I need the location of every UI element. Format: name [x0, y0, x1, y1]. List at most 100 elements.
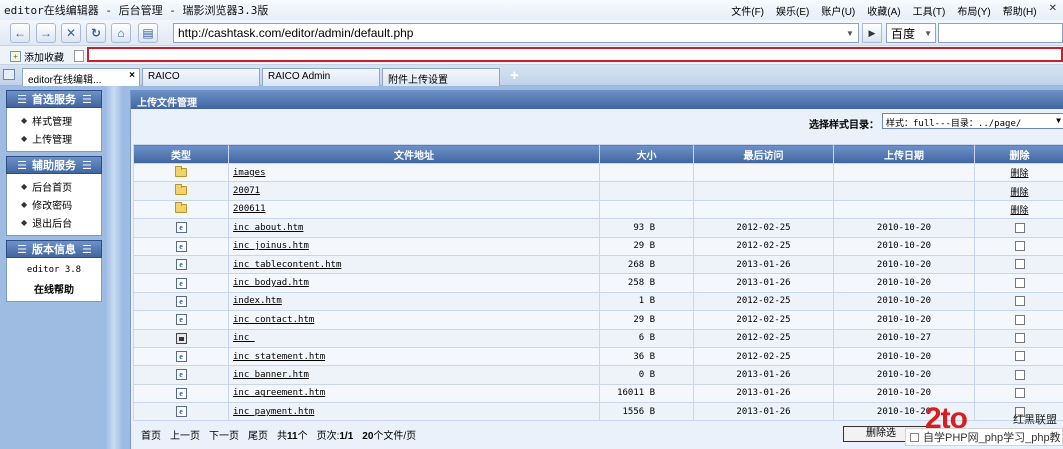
delete-link[interactable]: 删除 [1010, 206, 1028, 216]
last-access-cell: 2013-01-26 [693, 273, 834, 293]
file-link[interactable]: inc_banner.htm [233, 370, 309, 380]
forward-icon[interactable]: → [36, 23, 56, 43]
last-access-cell [693, 162, 834, 183]
menu-file[interactable]: 文件(F) [731, 3, 764, 18]
type-cell: e [133, 254, 229, 275]
bullet-icon: ◆ [21, 133, 28, 143]
file-link[interactable]: inc_ [233, 333, 255, 343]
file-link[interactable]: inc_statement.htm [233, 352, 325, 362]
file-link[interactable]: images [233, 168, 266, 178]
path-cell: 20071 [228, 181, 600, 201]
favorites-strip [87, 47, 1063, 62]
table-header-row: 类型 文件地址 大小 最后访问 上传日期 删除 [133, 144, 1063, 164]
add-favorite-button[interactable]: + 添加收藏 [10, 49, 64, 64]
tab-raico[interactable]: RAICO [142, 68, 260, 86]
nav-toolbar: ← → ✕ ↻ ⌂ ▤ http://cashtask.com/editor/a… [0, 20, 1063, 46]
sidebar-section-title: 首选服务 [32, 94, 76, 106]
home-icon[interactable]: ⌂ [111, 23, 131, 43]
menu-layout[interactable]: 布局(Y) [957, 3, 990, 18]
column-header-upload-date: 上传日期 [833, 144, 975, 164]
tab-editor[interactable]: editor在线编辑... × [22, 68, 140, 86]
file-link[interactable]: 200611 [233, 204, 266, 214]
file-link[interactable]: inc_agreement.htm [233, 388, 325, 398]
menu-entertainment[interactable]: 娱乐(E) [776, 3, 809, 18]
sidebar-item-logout[interactable]: ◆ 退出后台 [7, 213, 101, 231]
size-cell: 93 B [599, 218, 694, 238]
file-link[interactable]: inc_payment.htm [233, 407, 314, 417]
address-dropdown-icon[interactable]: ▼ [843, 24, 857, 42]
delete-link[interactable]: 删除 [1010, 169, 1028, 179]
watermark-side-text: 红黑联盟 [1013, 414, 1057, 426]
page-menu-icon[interactable]: ▤ [138, 23, 158, 43]
per-page-indicator: 20个文件/页 [362, 427, 416, 442]
size-cell: 36 B [599, 346, 694, 367]
file-link[interactable]: 20071 [233, 186, 260, 196]
delete-link[interactable]: 删除 [1010, 188, 1028, 198]
menu-lines-icon: ☰ [17, 159, 27, 172]
main-panel: 上传文件管理 选择样式目录： 样式：full---目录：../page/ ▼ 类… [130, 90, 1063, 449]
first-page-link[interactable]: 首页 [141, 427, 161, 442]
file-link[interactable]: inc_contact.htm [233, 315, 314, 325]
delete-checkbox[interactable] [1014, 332, 1025, 343]
bullet-icon: ◆ [21, 199, 28, 209]
delete-checkbox[interactable] [1014, 296, 1025, 307]
last-access-cell: 2012-02-25 [693, 310, 834, 330]
table-row: e inc_tablecontent.htm 268 B 2013-01-26 2010… [133, 254, 1063, 275]
path-cell: inc_contact.htm [228, 310, 600, 330]
search-engine-select[interactable]: 百度 ▼ [886, 23, 936, 43]
file-link[interactable]: index.htm [233, 296, 282, 306]
menu-favorites[interactable]: 收藏(A) [867, 3, 900, 18]
close-icon[interactable]: ✕ [1049, 3, 1057, 18]
menu-help[interactable]: 帮助(H) [1003, 3, 1037, 18]
add-favorite-label: 添加收藏 [24, 53, 64, 64]
path-cell: index.htm [228, 291, 600, 312]
type-cell: e [133, 383, 229, 404]
prev-page-link[interactable]: 上一页 [170, 427, 200, 442]
delete-checkbox[interactable] [1014, 388, 1025, 399]
menu-lines-icon: ☰ [82, 93, 92, 106]
menu-tools[interactable]: 工具(T) [913, 3, 946, 18]
last-page-link[interactable]: 尾页 [248, 427, 268, 442]
sidebar-item-admin-home[interactable]: ◆ 后台首页 [7, 177, 101, 195]
sidebar-section-body: ◆ 后台首页 ◆ 修改密码 ◆ 退出后台 [6, 174, 102, 236]
stop-icon[interactable]: ✕ [61, 23, 81, 43]
tab-upload-settings[interactable]: 附件上传设置 [382, 68, 500, 86]
address-bar[interactable]: http://cashtask.com/editor/admin/default… [173, 23, 859, 43]
delete-cell: 删除 [974, 162, 1063, 183]
file-link[interactable]: inc_about.htm [233, 223, 303, 233]
go-icon[interactable]: ▶ [862, 23, 882, 43]
page-content: ☰ 首选服务 ☰ ◆ 样式管理 ◆ 上传管理 ☰ 辅助服务 ☰ ◆ 后台首页 ◆ 修改密… [0, 86, 1063, 449]
tab-label: RAICO Admin [268, 71, 331, 82]
frame-divider[interactable] [106, 86, 122, 449]
sidebar-item-change-password[interactable]: ◆ 修改密码 [7, 195, 101, 213]
upload-date-cell: 2010-10-20 [833, 218, 975, 238]
delete-checkbox[interactable] [1014, 351, 1025, 362]
style-directory-select[interactable]: 样式：full---目录：../page/ ▼ [882, 113, 1063, 129]
next-page-link[interactable]: 下一页 [209, 427, 239, 442]
back-icon[interactable]: ← [10, 23, 30, 43]
file-link[interactable]: inc_joinus.htm [233, 241, 309, 251]
delete-checkbox[interactable] [1014, 277, 1025, 288]
file-link[interactable]: inc_bodyad.htm [233, 278, 309, 288]
sidebar-item-label: 后台首页 [32, 182, 73, 194]
delete-checkbox[interactable] [1014, 241, 1025, 251]
table-row: e inc_bodyad.htm 258 B 2013-01-26 2010-10-20 [133, 273, 1063, 293]
tab-list-icon[interactable] [3, 69, 15, 80]
delete-checkbox[interactable] [1014, 369, 1025, 380]
sidebar-item-upload-management[interactable]: ◆ 上传管理 [7, 129, 101, 147]
path-cell: inc_banner.htm [228, 365, 600, 385]
new-tab-icon[interactable]: + [510, 67, 519, 84]
menu-account[interactable]: 账户(U) [821, 3, 855, 18]
delete-checkbox[interactable] [1014, 314, 1025, 325]
refresh-icon[interactable]: ↻ [86, 23, 106, 43]
tab-raico-admin[interactable]: RAICO Admin [262, 68, 380, 86]
delete-checkbox[interactable] [1014, 259, 1025, 270]
folder-icon [175, 165, 187, 177]
file-link[interactable]: inc_tablecontent.htm [233, 260, 341, 270]
search-input[interactable] [938, 23, 1063, 43]
tab-close-icon[interactable]: × [129, 70, 135, 81]
sidebar-item-style-management[interactable]: ◆ 样式管理 [7, 111, 101, 129]
online-help-link[interactable]: 在线帮助 [7, 279, 101, 297]
sidebar-section-title: 辅助服务 [32, 160, 76, 172]
delete-checkbox[interactable] [1014, 222, 1025, 233]
